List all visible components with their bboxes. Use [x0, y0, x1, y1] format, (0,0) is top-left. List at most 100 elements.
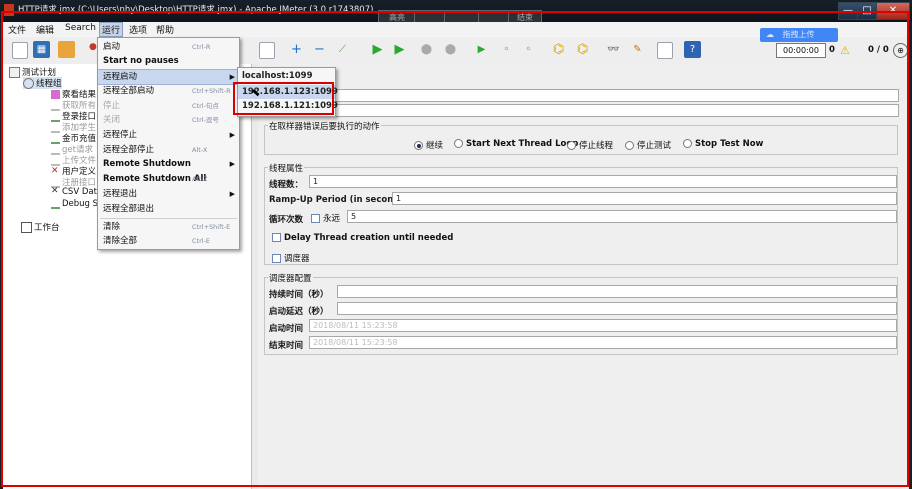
warning-icon[interactable]: ⚠ [840, 44, 850, 57]
upload-button[interactable]: ☁ 拖拽上传 [760, 28, 838, 42]
expand-icon[interactable]: + [288, 41, 305, 58]
radio-continue[interactable]: 继续 [414, 139, 443, 151]
menu-options[interactable]: 选项 [129, 23, 147, 36]
minimize-button[interactable]: — [838, 2, 858, 20]
shutdown-icon[interactable]: ⬤ [442, 41, 459, 58]
menu-item-remote-exit-all[interactable]: 远程全部退出 [98, 202, 239, 216]
radio-start-next-loop[interactable]: Start Next Thread Loop [454, 139, 578, 149]
menu-item-shutdown[interactable]: 关闭 Ctrl-逗号 [98, 113, 239, 127]
menu-item-clear-all[interactable]: 清除全部 Ctrl-E [98, 234, 239, 248]
radio-stop-test-now[interactable]: Stop Test Now [683, 139, 763, 149]
title-bar: HTTP请求.jmx (C:\Users\nhy\Desktop\HTTP请求.… [0, 0, 912, 25]
end-time-label: 结束时间 [269, 341, 304, 351]
thread-group-icon [23, 78, 34, 89]
menu-item-remote-stop-all[interactable]: 远程全部停止 Alt-X [98, 143, 239, 157]
clipboard-icon[interactable] [259, 42, 275, 59]
test-plan-icon [9, 67, 20, 78]
menu-search[interactable]: Search [65, 23, 96, 33]
config-cross-icon: ✕ [51, 166, 59, 176]
remote-globe-icon[interactable]: ⊕ [893, 43, 908, 58]
menu-item-remote-shutdown-all[interactable]: Remote Shutdown All Alt-Z [98, 172, 239, 186]
menu-item-clear[interactable]: 清除 Ctrl+Shift-E [98, 220, 239, 234]
function-helper-icon[interactable] [657, 42, 673, 59]
name-field[interactable] [265, 89, 899, 102]
menu-separator [100, 218, 237, 219]
threads-field[interactable]: 1 [309, 175, 897, 188]
startup-delay-label: 启动延迟（秒） [269, 307, 329, 317]
upload-label: 拖拽上传 [782, 30, 815, 39]
menu-item-remote-shutdown[interactable]: Remote Shutdown ▶ [98, 157, 239, 171]
menu-edit[interactable]: 编辑 [36, 23, 54, 36]
start-time-label: 启动时间 [269, 324, 304, 334]
scheduler-config-title: 调度器配置 [268, 272, 313, 284]
forever-checkbox[interactable]: 永远 [311, 212, 340, 224]
elapsed-timer: 00:00:00 [776, 43, 826, 58]
end-time-field[interactable]: 2018/08/11 15:23:58 [309, 336, 897, 349]
comment-field[interactable] [288, 104, 899, 117]
stop-icon[interactable]: ⬤ [418, 41, 435, 58]
tree-item-csv-data[interactable]: ✕ CSV Dat [51, 186, 97, 198]
collapse-icon[interactable]: − [311, 41, 328, 58]
menu-run[interactable]: 运行 [99, 22, 124, 37]
warning-count: 0 [829, 45, 835, 55]
window-title: HTTP请求.jmx (C:\Users\nhy\Desktop\HTTP请求.… [18, 5, 374, 15]
submenu-arrow-icon: ▶ [229, 160, 235, 168]
duration-label: 持续时间（秒） [269, 290, 329, 300]
cloud-icon: ☁ [766, 30, 774, 39]
menu-item-start-no-pauses[interactable]: Start no pauses [98, 54, 239, 68]
radio-stop-thread[interactable]: 停止线程 [567, 139, 613, 151]
listener-icon [51, 90, 60, 99]
submenu-arrow-icon: ▶ [229, 131, 235, 139]
delay-thread-checkbox[interactable]: Delay Thread creation until needed [272, 233, 453, 243]
help-icon[interactable]: ? [684, 41, 701, 58]
workbench-icon [21, 222, 32, 233]
remote-start-all-icon[interactable]: ▶ [473, 41, 490, 58]
search-icon[interactable]: 👓 [605, 41, 622, 58]
config-cross-icon: ✕ [51, 186, 59, 196]
menu-help[interactable]: 帮助 [156, 23, 174, 36]
new-icon[interactable] [12, 42, 28, 59]
templates-icon[interactable]: ▦ [33, 41, 50, 58]
sampler-icon [51, 198, 60, 209]
reset-search-icon[interactable]: ✎ [629, 41, 646, 58]
startup-delay-field[interactable] [337, 302, 897, 315]
loop-count-label: 循环次数 [269, 215, 304, 225]
start-time-field[interactable]: 2018/08/11 15:23:58 [309, 319, 897, 332]
submenu-arrow-icon: ▶ [229, 190, 235, 198]
menu-item-remote-start[interactable]: 远程启动 ▶ [98, 69, 239, 85]
rampup-label: Ramp-Up Period (in seconds): [269, 195, 412, 205]
maximize-button[interactable]: □ [857, 2, 877, 20]
error-action-title: 在取样器错误后要执行的动作 [268, 120, 381, 132]
open-icon[interactable] [58, 41, 75, 58]
menu-item-stop[interactable]: 停止 Ctrl-句点 [98, 99, 239, 113]
scheduler-checkbox[interactable]: 调度器 [272, 252, 310, 264]
remote-host-localhost[interactable]: localhost:1099 [238, 69, 335, 83]
remote-shutdown-all-icon[interactable]: ⚬ [520, 41, 537, 58]
tree-item-workbench[interactable]: 工作台 [21, 221, 60, 233]
menu-item-remote-start-all[interactable]: 远程全部启动 Ctrl+Shift-R [98, 84, 239, 98]
start-icon[interactable]: ▶ [369, 41, 386, 58]
start-no-pause-icon[interactable]: ▶ [391, 41, 408, 58]
rampup-field[interactable]: 1 [392, 192, 897, 205]
clear-icon[interactable]: ⌬ [550, 41, 567, 58]
toggle-icon[interactable]: ⟋ [334, 41, 351, 58]
run-menu-dropdown: ● 启动 Ctrl-R Start no pauses 远程启动 ▶ 远程全部启动 C… [89, 37, 240, 250]
radio-stop-test[interactable]: 停止测试 [625, 139, 671, 151]
jmeter-app-icon [4, 4, 14, 16]
duration-field[interactable] [337, 285, 897, 298]
active-threads: 0 / 0 [868, 45, 889, 55]
tree-item-debug-sampler[interactable]: Debug S [51, 198, 98, 209]
clear-all-icon[interactable]: ⌬ [574, 41, 591, 58]
thread-group-panel: 注释： 在取样器错误后要执行的动作 继续 Start Next Thread L… [258, 64, 909, 489]
menu-item-start[interactable]: ● 启动 Ctrl-R [89, 40, 239, 54]
mouse-cursor-icon: ⬉ [251, 86, 261, 99]
threads-label: 线程数： [269, 180, 304, 190]
menu-item-remote-exit[interactable]: 远程退出 ▶ [98, 187, 239, 201]
remote-stop-all-icon[interactable]: ⚬ [498, 41, 515, 58]
loop-count-field[interactable]: 5 [347, 210, 897, 223]
highlight-annotation-box [233, 82, 334, 115]
menu-file[interactable]: 文件 [8, 23, 26, 36]
start-red-icon: ● [89, 42, 97, 52]
menu-item-remote-stop[interactable]: 远程停止 ▶ [98, 128, 239, 142]
close-button[interactable]: ✕ [876, 2, 910, 20]
